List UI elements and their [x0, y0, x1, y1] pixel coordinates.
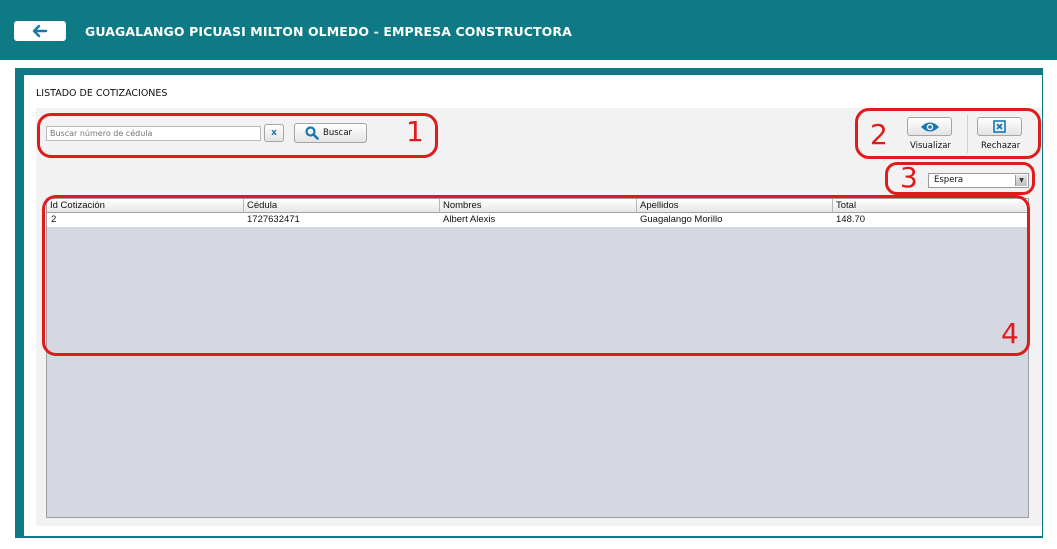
annotation-box-1: [37, 113, 438, 158]
app-title: GUAGALANGO PICUASI MILTON OLMEDO - EMPRE…: [85, 24, 572, 39]
annotation-number-2: 2: [870, 118, 888, 151]
app-header: GUAGALANGO PICUASI MILTON OLMEDO - EMPRE…: [0, 0, 1057, 60]
annotation-number-3: 3: [900, 161, 918, 194]
arrow-left-icon: [32, 24, 48, 38]
annotation-box-4: [42, 195, 1030, 356]
annotation-number-1: 1: [406, 115, 424, 148]
annotation-number-4: 4: [1001, 317, 1019, 350]
back-button[interactable]: [14, 21, 66, 41]
page-title: LISTADO DE COTIZACIONES: [36, 88, 168, 99]
